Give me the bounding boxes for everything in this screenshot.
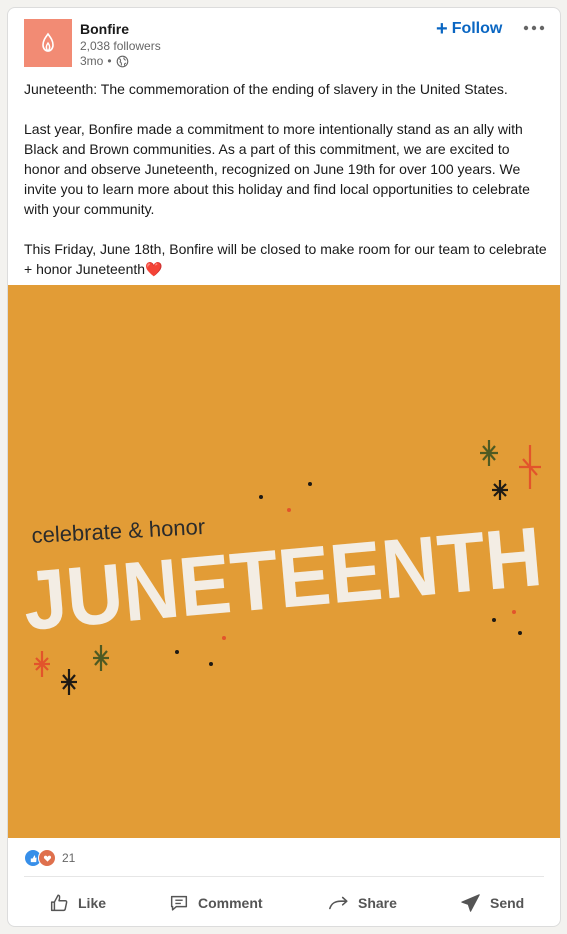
sparkle-icon: [480, 440, 498, 466]
send-label: Send: [490, 895, 525, 911]
juneteenth-graphic: celebrate & honor JUNETEENTH: [19, 440, 546, 695]
company-name[interactable]: Bonfire: [80, 21, 129, 37]
sparkle-icon: [34, 651, 50, 677]
like-button[interactable]: Like: [48, 888, 106, 918]
post-paragraph: This Friday, June 18th, Bonfire will be …: [24, 241, 547, 277]
globe-icon: [116, 55, 128, 67]
divider: [24, 876, 544, 877]
ellipsis-icon: [523, 25, 545, 31]
sparkle-icon: [93, 645, 109, 671]
post-paragraph: Juneteenth: The commemoration of the end…: [24, 81, 508, 97]
post-image[interactable]: celebrate & honor JUNETEENTH: [8, 285, 560, 838]
flame-icon: [42, 32, 54, 52]
comment-button[interactable]: Comment: [168, 888, 263, 918]
comment-icon: [170, 895, 188, 911]
post-body: Juneteenth: The commemoration of the end…: [24, 79, 549, 299]
share-icon: [329, 896, 348, 910]
send-button[interactable]: Send: [460, 888, 524, 918]
meta-separator: •: [107, 54, 112, 68]
sparkle-icon: [61, 669, 77, 695]
follow-label: Follow: [451, 20, 503, 37]
love-icon: [38, 849, 56, 867]
share-button[interactable]: Share: [328, 888, 397, 918]
follower-count: 2,038 followers: [80, 39, 161, 53]
post-paragraph: Last year, Bonfire made a commitment to …: [24, 121, 530, 217]
plus-icon: +: [436, 18, 448, 40]
thumbs-up-icon: [50, 894, 68, 912]
send-icon: [461, 894, 480, 912]
company-logo[interactable]: [24, 19, 72, 67]
post-age: 3mo: [80, 54, 104, 68]
sparkle-icon: [519, 445, 541, 489]
post-card: Bonfire 2,038 followers 3mo • + Follow J…: [7, 7, 561, 927]
comment-label: Comment: [198, 895, 263, 911]
reaction-count: 21: [62, 851, 76, 865]
follow-button[interactable]: + Follow: [436, 17, 502, 41]
sparkle-icon: [492, 480, 508, 500]
reactions-summary[interactable]: 21: [24, 849, 75, 867]
post-meta: 3mo •: [80, 54, 129, 68]
like-label: Like: [78, 895, 107, 911]
more-options-button[interactable]: [520, 16, 548, 40]
share-label: Share: [358, 895, 397, 911]
